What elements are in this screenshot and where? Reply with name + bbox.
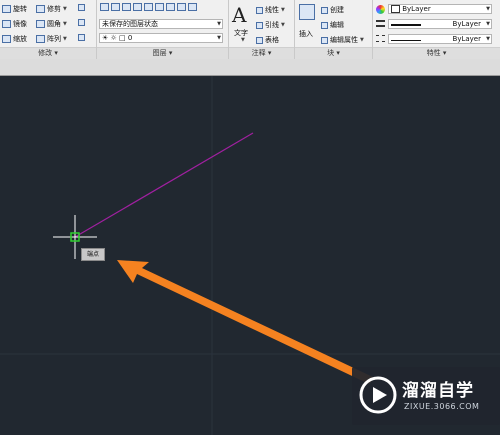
watermark: 溜溜自学 ZIXUE.3066.COM	[352, 367, 500, 425]
watermark-url: ZIXUE.3066.COM	[404, 402, 480, 411]
watermark-title: 溜溜自学	[402, 381, 474, 401]
play-logo-icon	[359, 376, 397, 414]
orange-arrow-annotation	[117, 260, 375, 384]
snap-tooltip: 端点	[81, 248, 105, 261]
drawn-line[interactable]	[74, 132, 254, 238]
